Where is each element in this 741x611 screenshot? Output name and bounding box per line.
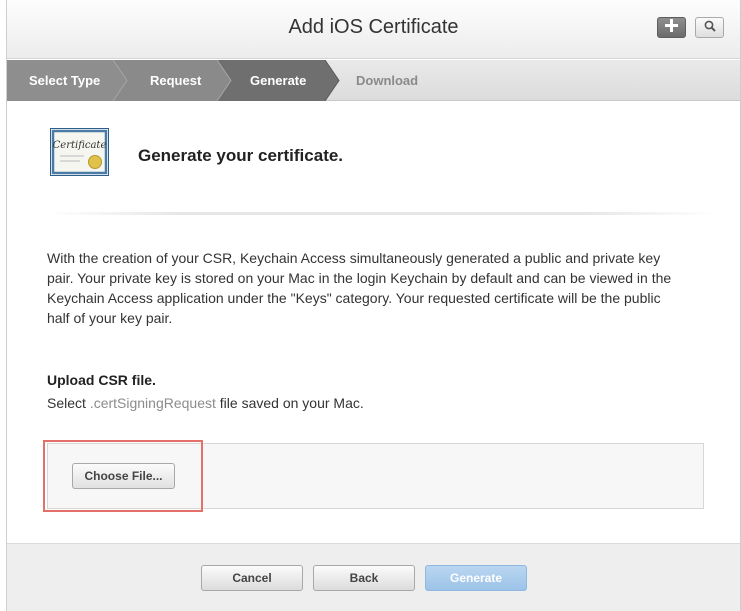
certificate-icon-text: Certificate [53,140,107,151]
description-text: With the creation of your CSR, Keychain … [47,250,672,326]
upload-instructions: Select .certSigningRequest file saved on… [47,395,364,411]
upload-heading: Upload CSR file. [47,372,156,388]
plus-icon [665,18,678,37]
step-download: Download [356,73,419,88]
file-extension: .certSigningRequest [89,395,216,411]
upload-instructions-suffix: file saved on your Mac. [215,395,364,411]
section-heading: Generate your certificate. [138,146,344,165]
choose-file-button[interactable]: Choose File... [72,463,175,489]
generate-button[interactable]: Generate [425,565,527,591]
header-bar: Add iOS Certificate [7,0,740,59]
step-progress-bar: Select Type Request Generate Download [7,60,740,101]
window-frame: Add iOS Certificate Select Type Request … [6,0,741,611]
step-request: Request [150,73,202,88]
search-button[interactable] [695,17,724,38]
footer-bar: Cancel Back Generate [7,543,740,611]
step-generate: Generate [250,73,307,88]
add-button[interactable] [657,17,686,38]
page-title: Add iOS Certificate [288,16,459,38]
step-select-type: Select Type [29,73,101,88]
upload-instructions-prefix: Select [47,395,90,411]
cancel-button[interactable]: Cancel [201,565,303,591]
certificate-icon: Certificate [50,128,109,176]
search-icon [704,19,716,37]
divider [47,212,717,215]
back-button[interactable]: Back [313,565,415,591]
